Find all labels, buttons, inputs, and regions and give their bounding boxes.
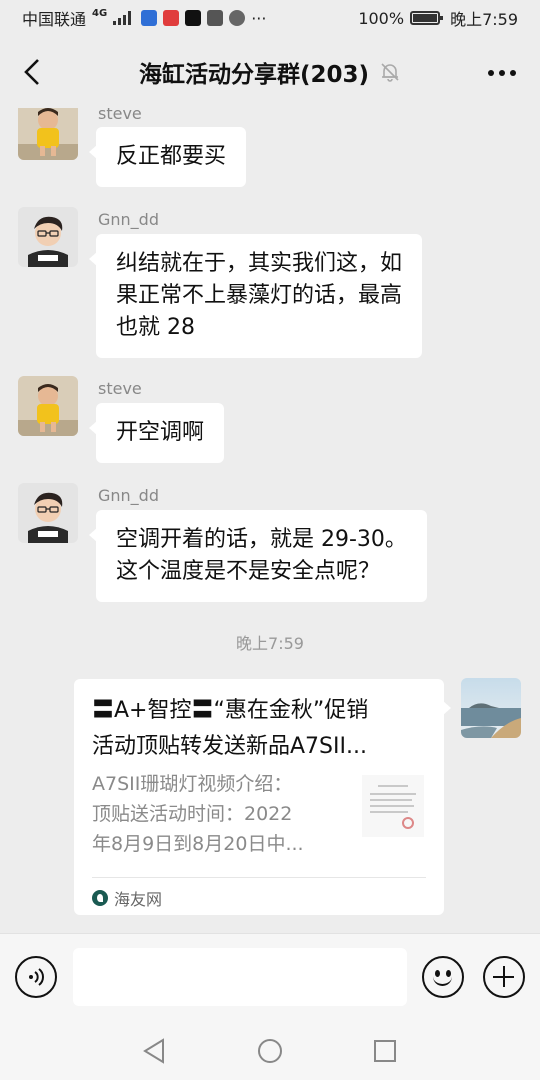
sender-name: steve: [98, 108, 142, 123]
message-bubble[interactable]: 开空调啊: [88, 403, 225, 463]
group-title: 海缸活动分享群(203): [138, 62, 370, 88]
shield-app-icon: [141, 10, 158, 26]
carrier-label: 中国联通: [22, 10, 87, 29]
back-arrow-icon: [24, 59, 39, 85]
sender-name: Gnn_dd: [98, 486, 159, 505]
status-right: 100% 晚上7:59: [358, 6, 518, 30]
message-line: 空调开着的话，就是 29-30。: [116, 527, 407, 552]
message-line: 也就 28: [116, 315, 195, 340]
signal-icon: [113, 11, 132, 25]
chat-header: 海缸活动分享群(203): [0, 36, 540, 108]
mail-app-icon: [207, 10, 224, 26]
circle-home-icon: [258, 1039, 282, 1063]
network-label: 4G: [92, 8, 108, 19]
bell-muted-icon: [381, 63, 399, 82]
battery-percent: 100%: [358, 8, 405, 28]
message-line: 纠结就在于，其实我们这，如: [116, 251, 403, 276]
card-description-line: 年8月9日到8月20日中...: [92, 833, 304, 855]
avatar-gnn-dd[interactable]: [18, 483, 78, 543]
system-navigation-bar: [0, 1021, 540, 1080]
card-description-line: A7SII珊瑚灯视频介绍：: [92, 773, 293, 795]
card-source-label: 海友网: [114, 890, 163, 909]
card-divider: [92, 877, 426, 878]
sender-name: Gnn_dd: [98, 210, 159, 229]
card-title-line: 〓A+智控〓“惠在金秋”促销: [92, 698, 369, 723]
message-line: 开空调啊: [116, 420, 205, 445]
square-recents-icon: [374, 1040, 396, 1062]
shared-link-card[interactable]: 〓A+智控〓“惠在金秋”促销 活动顶贴转发送新品A7SII... A7SII珊瑚…: [74, 679, 451, 915]
card-description: A7SII珊瑚灯视频介绍： 顶贴送活动时间：2022 年8月9日到8月20日中.…: [92, 769, 352, 859]
avatar-steve[interactable]: [18, 108, 78, 160]
triangle-back-icon: [143, 1038, 164, 1064]
chat-timestamp: 晚上7:59: [236, 634, 304, 653]
avatar-steve[interactable]: [18, 376, 78, 436]
message-bubble[interactable]: 空调开着的话，就是 29-30。 这个温度是不是安全点呢？: [89, 510, 427, 602]
more-dots-icon: [488, 70, 494, 76]
status-time: 晚上7:59: [450, 10, 518, 29]
voice-icon: [29, 968, 44, 986]
card-description-line: 顶贴送活动时间：2022: [92, 803, 293, 825]
voice-button[interactable]: [15, 956, 57, 998]
card-source: 海友网: [92, 886, 162, 910]
battery-icon: [410, 11, 444, 25]
card-title-line: 活动顶贴转发送新品A7SII...: [92, 734, 367, 759]
avatar-gnn-dd[interactable]: [18, 207, 78, 267]
more-button[interactable]: [482, 58, 522, 88]
chat-area[interactable]: steve 反正都要买 Gnn_dd 纠结就在于，其实我们这，如 果正常不上暴藻…: [0, 108, 540, 933]
more-functions-button[interactable]: [483, 956, 525, 998]
status-bar: 中国联通 4G ··· 100% 晚上7:59: [0, 0, 540, 36]
sender-name: steve: [98, 379, 142, 398]
system-home-button[interactable]: [255, 1036, 285, 1066]
title-wrap: 海缸活动分享群(203): [139, 55, 401, 89]
message-input-bar: [0, 933, 540, 1021]
message-bubble[interactable]: 纠结就在于，其实我们这，如 果正常不上暴藻灯的话，最高 也就 28: [88, 234, 423, 358]
message-bubble[interactable]: 反正都要买: [88, 127, 247, 187]
status-left: 中国联通 4G ···: [22, 6, 266, 30]
back-button[interactable]: [14, 54, 50, 90]
globe-app-icon: [229, 10, 246, 26]
toutiao-app-icon: [163, 10, 180, 26]
haiyou-logo-icon: [92, 890, 108, 906]
emoji-icon: [433, 976, 452, 986]
emoji-button[interactable]: [422, 956, 464, 998]
card-thumbnail: [362, 775, 424, 837]
tiktok-app-icon: [185, 10, 202, 26]
more-notifications-label: ···: [251, 8, 267, 28]
message-line: 反正都要买: [116, 144, 227, 169]
system-recents-button[interactable]: [370, 1036, 400, 1066]
card-body: A7SII珊瑚灯视频介绍： 顶贴送活动时间：2022 年8月9日到8月20日中.…: [92, 769, 424, 859]
message-line: 这个温度是不是安全点呢？: [116, 559, 381, 584]
system-back-button[interactable]: [139, 1036, 169, 1066]
message-input[interactable]: [73, 948, 407, 1006]
message-line: 果正常不上暴藻灯的话，最高: [116, 283, 403, 308]
avatar-self[interactable]: [461, 678, 521, 738]
